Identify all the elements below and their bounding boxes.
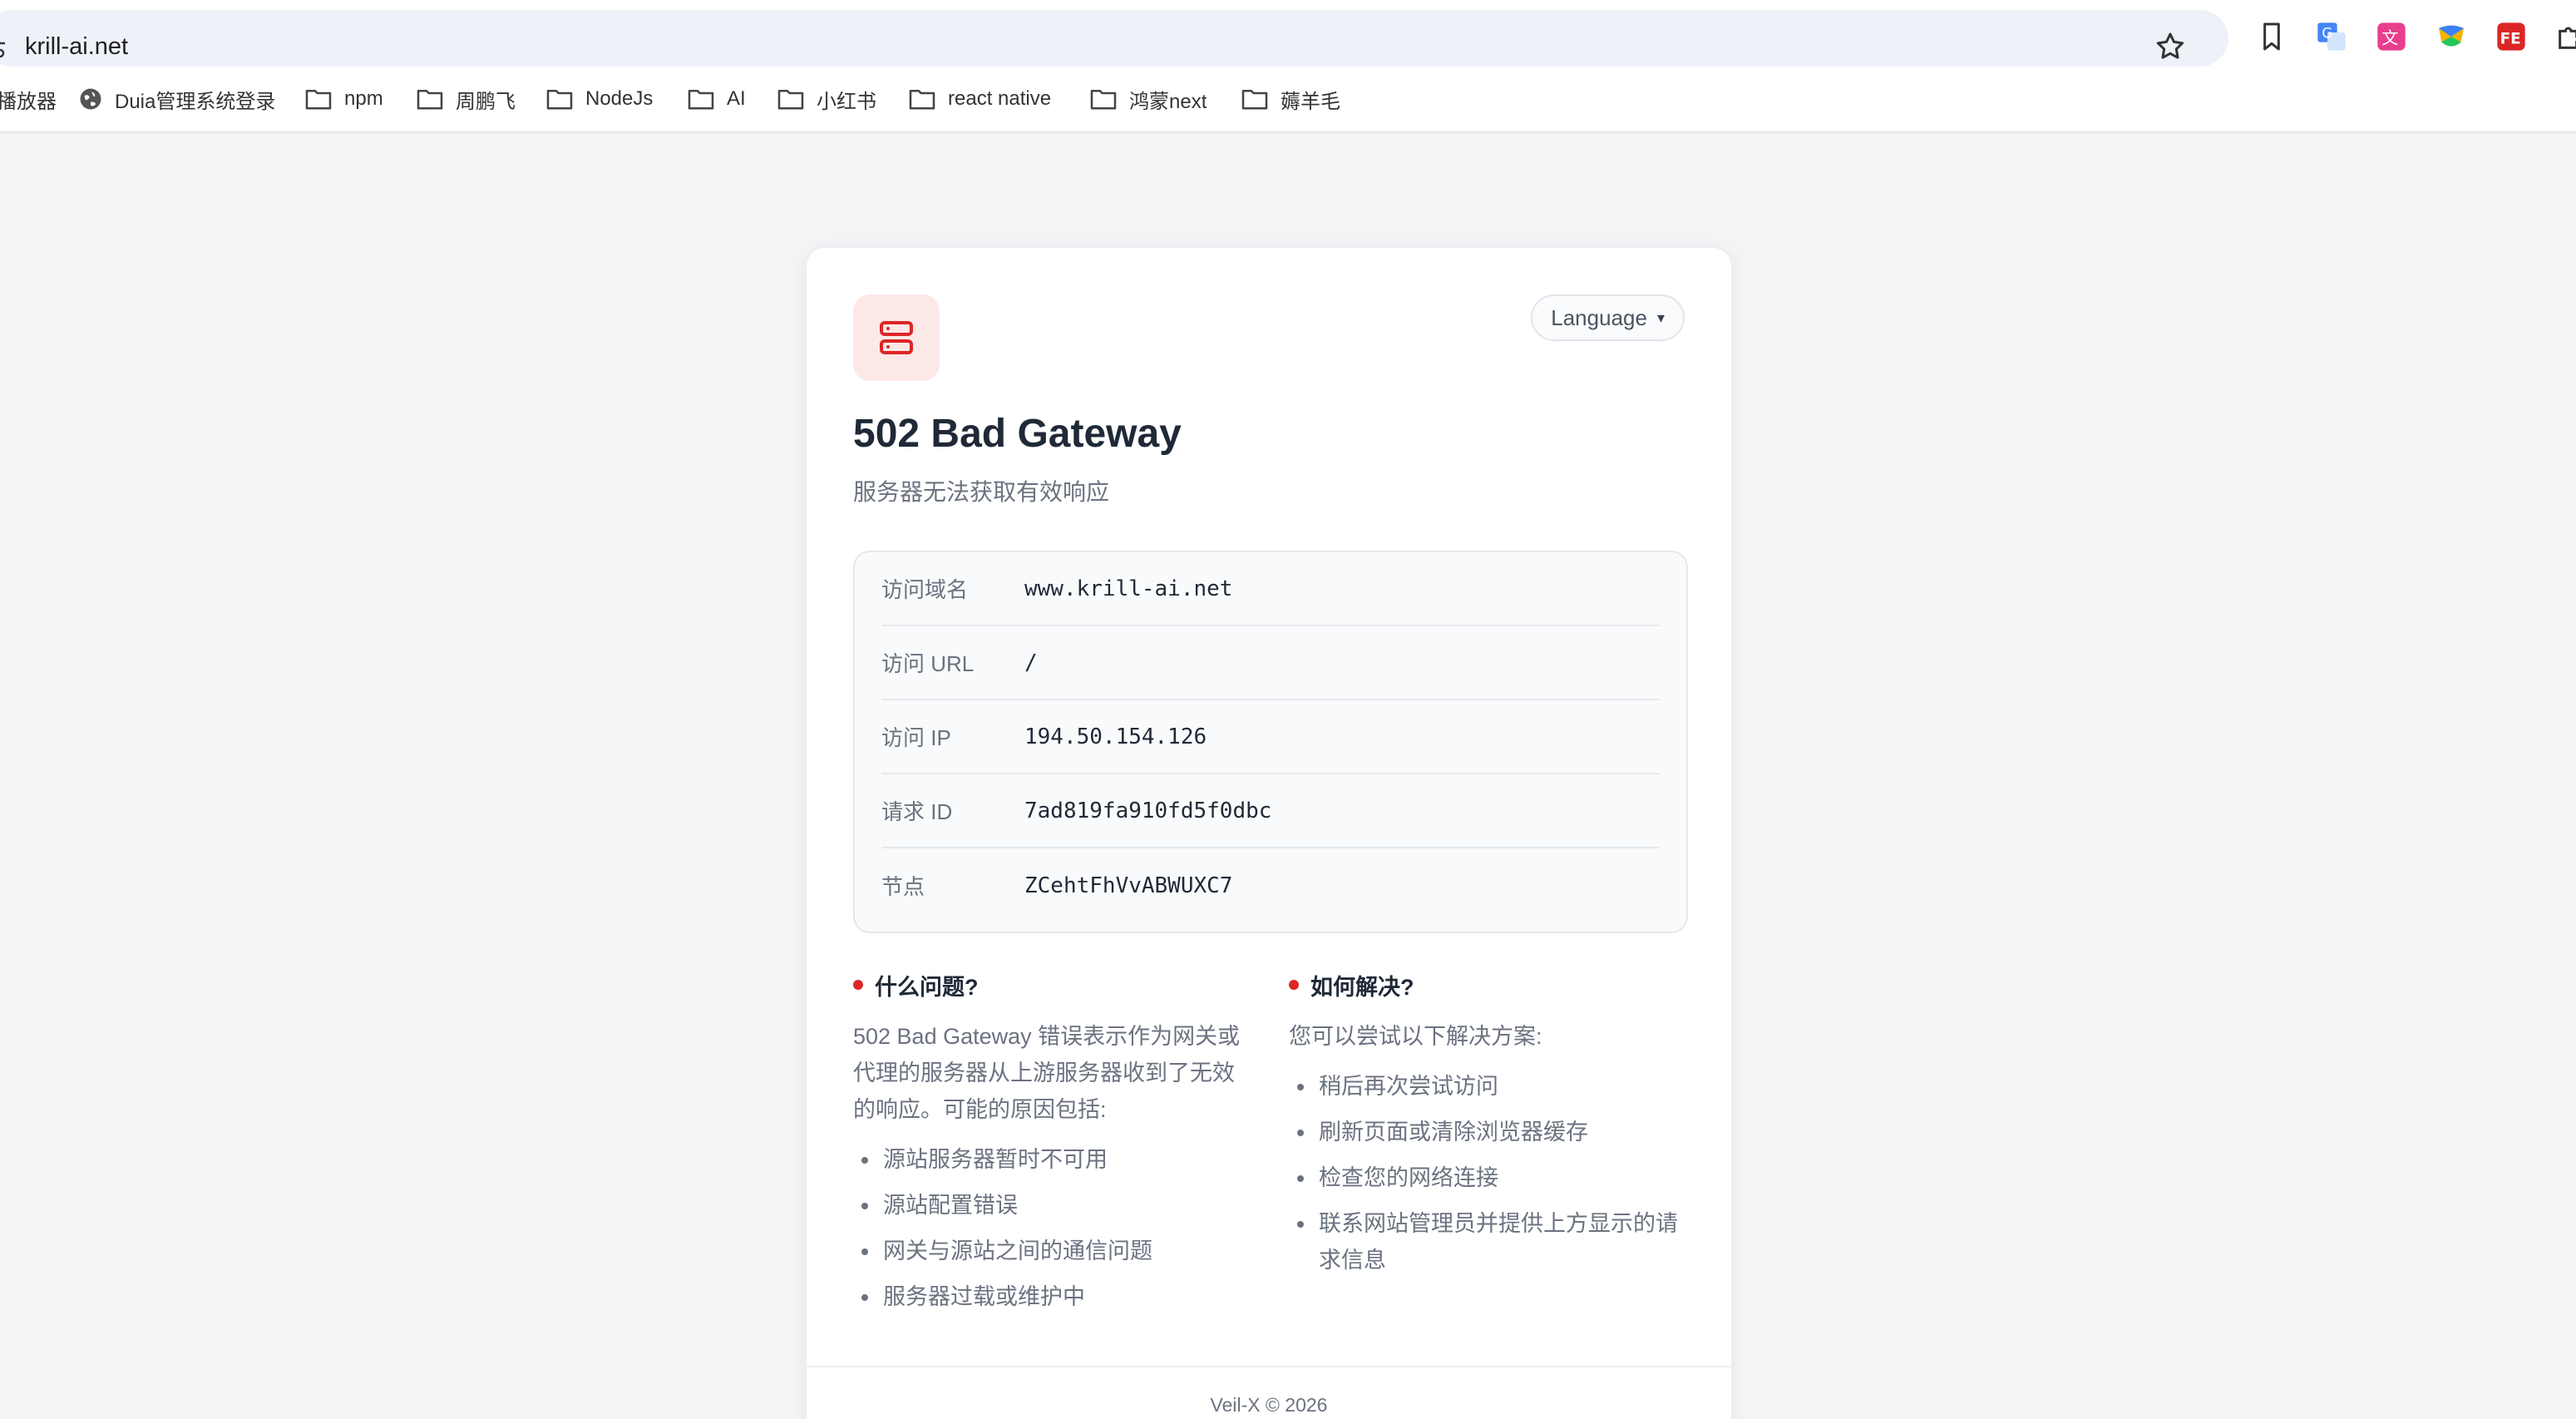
extensions-puzzle-icon[interactable] bbox=[2554, 20, 2576, 53]
bookmark-star-icon[interactable] bbox=[2154, 30, 2187, 63]
reading-list-icon[interactable] bbox=[2255, 20, 2288, 53]
folder-icon bbox=[1090, 89, 1117, 110]
browser-chrome: krill-ai.net G 文 FE 播放器 Duia管理系统登录 npm 周… bbox=[0, 0, 2576, 133]
bookmark-folder[interactable]: react native bbox=[908, 80, 1051, 118]
server-icon bbox=[880, 321, 913, 354]
info-value: 7ad819fa910fd5f0dbc bbox=[1024, 798, 1272, 823]
bullet-dot-icon bbox=[1289, 980, 1299, 990]
bookmark-folder[interactable]: 鸿蒙next bbox=[1089, 80, 1207, 118]
bookmark-folder[interactable]: 薅羊毛 bbox=[1241, 80, 1340, 118]
list-item: 源站服务器暂时不可用 bbox=[853, 1141, 1252, 1178]
solution-section: 如何解决? 您可以尝试以下解决方案: 稍后再次尝试访问 刷新页面或清除浏览器缓存… bbox=[1289, 968, 1688, 1324]
info-value: 194.50.154.126 bbox=[1024, 724, 1207, 749]
url-text[interactable]: krill-ai.net bbox=[25, 30, 128, 63]
info-row-node: 节点 ZCehtFhVvABWUXC7 bbox=[881, 848, 1660, 922]
bookmark-folder[interactable]: 小红书 bbox=[777, 80, 876, 118]
info-value: www.krill-ai.net bbox=[1024, 576, 1233, 601]
problem-section: 什么问题? 502 Bad Gateway 错误表示作为网关或代理的服务器从上游… bbox=[853, 968, 1252, 1324]
bookmark-folder[interactable]: npm bbox=[304, 80, 383, 118]
fe-extension-icon[interactable]: FE bbox=[2495, 20, 2528, 53]
problem-heading: 什么问题? bbox=[853, 968, 1252, 1001]
info-label: 访问 URL bbox=[881, 651, 975, 676]
list-item: 稍后再次尝试访问 bbox=[1289, 1068, 1688, 1105]
list-item: 源站配置错误 bbox=[853, 1187, 1252, 1224]
info-value: ZCehtFhVvABWUXC7 bbox=[1024, 873, 1233, 898]
info-row-request-id: 请求 ID 7ad819fa910fd5f0dbc bbox=[881, 774, 1660, 848]
info-label: 访问 IP bbox=[881, 725, 951, 750]
page-title: 502 Bad Gateway bbox=[853, 412, 1182, 456]
list-item: 网关与源站之间的通信问题 bbox=[853, 1233, 1252, 1269]
footer-text: Veil-X © 2026 bbox=[1210, 1394, 1328, 1416]
list-item: 联系网站管理员并提供上方显示的请求信息 bbox=[1289, 1205, 1688, 1278]
language-selector[interactable]: Language ▾ bbox=[1531, 294, 1685, 341]
info-row-ip: 访问 IP 194.50.154.126 bbox=[881, 700, 1660, 774]
bookmarks-bar: 播放器 Duia管理系统登录 npm 周鹏飞 NodeJs AI 小红书 rea… bbox=[0, 80, 2576, 118]
bookmark-folder[interactable]: NodeJs bbox=[545, 80, 653, 118]
folder-icon bbox=[688, 89, 714, 110]
info-row-domain: 访问域名 www.krill-ai.net bbox=[881, 552, 1660, 626]
page-subtitle: 服务器无法获取有效响应 bbox=[853, 479, 1110, 505]
solution-heading: 如何解决? bbox=[1289, 968, 1688, 1001]
list-item: 服务器过载或维护中 bbox=[853, 1278, 1252, 1315]
problem-description: 502 Bad Gateway 错误表示作为网关或代理的服务器从上游服务器收到了… bbox=[853, 1024, 1241, 1122]
svg-text:FE: FE bbox=[2500, 30, 2521, 47]
error-card: Language ▾ 502 Bad Gateway 服务器无法获取有效响应 访… bbox=[805, 246, 1733, 1419]
folder-icon bbox=[546, 89, 573, 110]
info-label: 访问域名 bbox=[881, 577, 969, 602]
folder-icon bbox=[1241, 89, 1268, 110]
bookmark-folder[interactable]: 周鹏飞 bbox=[416, 80, 516, 118]
solution-description: 您可以尝试以下解决方案: bbox=[1289, 1024, 1542, 1049]
folder-icon bbox=[417, 89, 443, 110]
list-item: 刷新页面或清除浏览器缓存 bbox=[1289, 1114, 1688, 1150]
address-bar[interactable]: krill-ai.net bbox=[0, 10, 2228, 67]
site-settings-icon[interactable] bbox=[0, 33, 5, 63]
request-info-panel: 访问域名 www.krill-ai.net 访问 URL / 访问 IP 194… bbox=[853, 551, 1688, 933]
problem-list: 源站服务器暂时不可用 源站配置错误 网关与源站之间的通信问题 服务器过载或维护中 bbox=[853, 1141, 1252, 1315]
info-value: / bbox=[1024, 650, 1038, 675]
svg-text:文: 文 bbox=[2381, 27, 2398, 47]
server-icon-box bbox=[853, 294, 940, 381]
google-translate-icon[interactable]: G bbox=[2315, 20, 2348, 53]
info-label: 节点 bbox=[881, 874, 925, 899]
solution-list: 稍后再次尝试访问 刷新页面或清除浏览器缓存 检查您的网络连接 联系网站管理员并提… bbox=[1289, 1068, 1688, 1278]
globe-icon bbox=[80, 88, 101, 110]
folder-icon bbox=[909, 89, 935, 110]
folder-icon bbox=[777, 89, 804, 110]
folder-icon bbox=[305, 89, 332, 110]
info-label: 请求 ID bbox=[881, 799, 953, 824]
language-label: Language bbox=[1551, 304, 1647, 330]
caret-down-icon: ▾ bbox=[1656, 309, 1665, 326]
footer-divider bbox=[807, 1366, 1731, 1367]
bookmark-item[interactable]: Duia管理系统登录 bbox=[78, 80, 275, 118]
svg-text:G: G bbox=[2322, 26, 2332, 42]
info-row-url: 访问 URL / bbox=[881, 626, 1660, 700]
explanation-columns: 什么问题? 502 Bad Gateway 错误表示作为网关或代理的服务器从上游… bbox=[853, 968, 1688, 1324]
bullet-dot-icon bbox=[853, 980, 863, 990]
colorful-extension-icon[interactable] bbox=[2435, 20, 2468, 53]
list-item: 检查您的网络连接 bbox=[1289, 1159, 1688, 1196]
translate-extension-icon[interactable]: 文 bbox=[2375, 20, 2408, 53]
bookmark-item[interactable]: 播放器 bbox=[0, 80, 57, 118]
bookmark-folder[interactable]: AI bbox=[687, 80, 746, 118]
